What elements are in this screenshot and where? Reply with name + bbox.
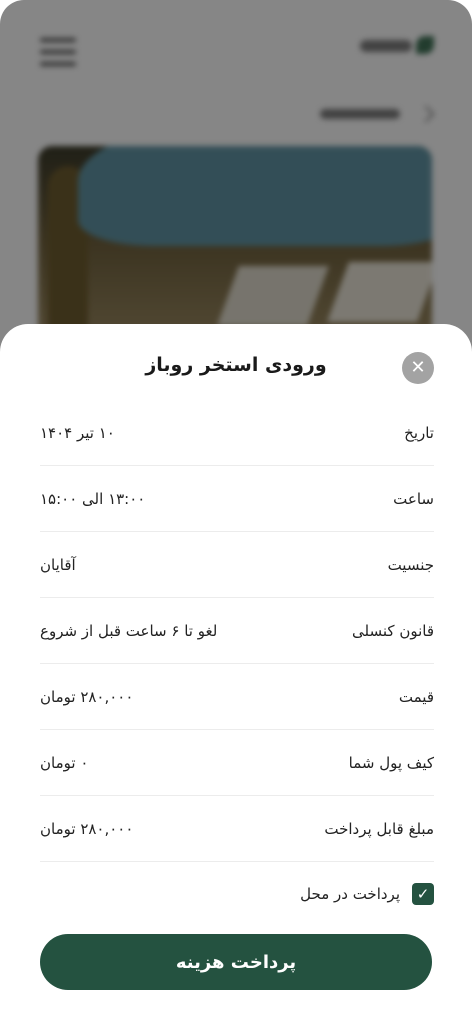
pay-button[interactable]: پرداخت هزینه (40, 934, 432, 990)
pay-on-site-option[interactable]: ✓ پرداخت در محل (40, 881, 434, 907)
detail-label: تاریخ (404, 423, 434, 442)
detail-row-time: ساعت ۱۳:۰۰ الی ۱۵:۰۰ (40, 466, 434, 532)
detail-label: قیمت (398, 687, 434, 706)
pay-on-site-label: پرداخت در محل (300, 885, 400, 903)
pay-on-site-checkbox[interactable]: ✓ (412, 883, 434, 905)
detail-row-payable: مبلغ قابل پرداخت ۲۸۰,۰۰۰ تومان (40, 796, 434, 862)
detail-label: جنسیت (387, 555, 434, 574)
checkmark-icon: ✓ (416, 885, 430, 903)
detail-label: قانون کنسلی (352, 621, 434, 640)
detail-label: کیف پول شما (348, 753, 434, 772)
detail-value: ۰ تومان (40, 753, 89, 772)
detail-value: لغو تا ۶ ساعت قبل از شروع (40, 621, 218, 640)
detail-row-wallet: کیف پول شما ۰ تومان (40, 730, 434, 796)
detail-row-cancellation: قانون کنسلی لغو تا ۶ ساعت قبل از شروع (40, 598, 434, 664)
detail-value: ۱۰ تیر ۱۴۰۴ (40, 423, 115, 442)
detail-value: آقایان (40, 555, 76, 574)
detail-row-gender: جنسیت آقایان (40, 532, 434, 598)
detail-row-price: قیمت ۲۸۰,۰۰۰ تومان (40, 664, 434, 730)
detail-row-date: تاریخ ۱۰ تیر ۱۴۰۴ (40, 400, 434, 466)
detail-label: ساعت (393, 489, 434, 508)
detail-value: ۱۳:۰۰ الی ۱۵:۰۰ (40, 489, 146, 508)
detail-value: ۲۸۰,۰۰۰ تومان (40, 819, 134, 838)
sheet-title: ورودی استخر روباز (145, 354, 327, 376)
booking-bottom-sheet: ✕ ورودی استخر روباز تاریخ ۱۰ تیر ۱۴۰۴ سا… (0, 324, 472, 1024)
detail-value: ۲۸۰,۰۰۰ تومان (40, 687, 134, 706)
detail-label: مبلغ قابل پرداخت (324, 819, 434, 838)
booking-details: تاریخ ۱۰ تیر ۱۴۰۴ ساعت ۱۳:۰۰ الی ۱۵:۰۰ ج… (40, 400, 434, 862)
close-icon: ✕ (410, 357, 426, 378)
